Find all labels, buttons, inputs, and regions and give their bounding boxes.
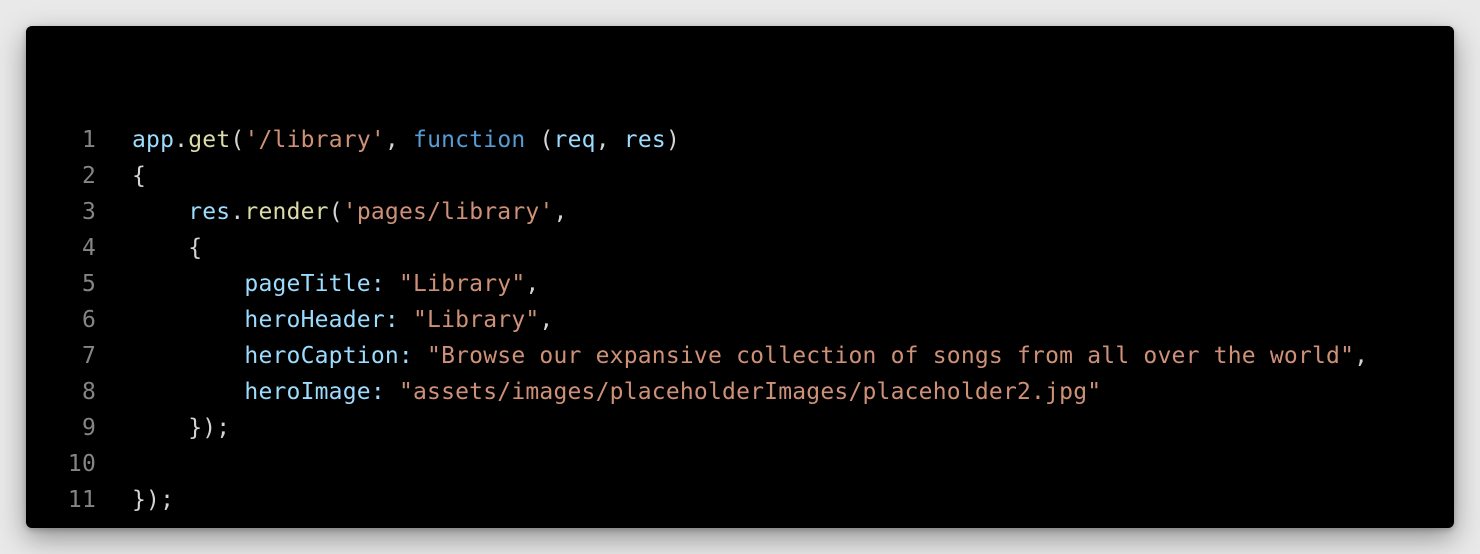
- code-text: });: [132, 482, 174, 518]
- code-line: 11});: [26, 482, 1454, 518]
- code-token: res: [188, 199, 231, 225]
- code-text: heroHeader: "Library",: [132, 302, 553, 338]
- code-token: "Library": [398, 271, 526, 297]
- code-token: "Browse our expansive collection of song…: [427, 343, 1355, 369]
- code-token: 'pages/library': [342, 199, 554, 225]
- line-number: 6: [81, 307, 96, 333]
- code-editor-window: 1 app.get('/library', function (req, res)…: [26, 26, 1454, 528]
- line-number: 7: [81, 343, 96, 369]
- code-token: ,: [595, 127, 624, 153]
- code-token: app: [132, 127, 175, 153]
- code-line: 6 heroHeader: "Library",: [26, 302, 1454, 338]
- code-line: 3 res.render('pages/library',: [26, 194, 1454, 230]
- code-token: {: [132, 163, 147, 189]
- code-text: app.get('/library', function (req, res): [132, 122, 680, 158]
- code-token: pageTitle: [244, 271, 371, 297]
- line-number: 9: [81, 415, 96, 441]
- code-token: (: [230, 127, 245, 153]
- code-token: "assets/images/placeholderImages/placeho…: [398, 379, 1102, 405]
- code-token: ,: [1354, 343, 1369, 369]
- code-token: .: [230, 199, 245, 225]
- code-line: 2{: [26, 158, 1454, 194]
- code-token: heroImage: [244, 379, 371, 405]
- line-number: 11: [67, 487, 96, 513]
- code-token: });: [132, 487, 175, 513]
- code-line: 7 heroCaption: "Browse our expansive col…: [26, 338, 1454, 374]
- line-number: 2: [81, 163, 96, 189]
- line-number: 1: [81, 127, 96, 153]
- code-token: :: [370, 271, 399, 297]
- code-token: {: [132, 235, 203, 261]
- code-block: 1 app.get('/library', function (req, res)…: [26, 122, 1454, 518]
- code-token: :: [398, 343, 428, 369]
- code-token: function: [413, 127, 526, 153]
- code-text: pageTitle: "Library",: [132, 266, 539, 302]
- code-text: res.render('pages/library',: [132, 194, 568, 230]
- code-token: '/library': [244, 127, 385, 153]
- code-token: :: [370, 379, 399, 405]
- code-token: heroHeader: [244, 307, 385, 333]
- code-token: ,: [539, 307, 554, 333]
- line-number: 3: [81, 199, 96, 225]
- code-line: 1 app.get('/library', function (req, res): [26, 122, 1454, 158]
- code-token: heroCaption: [244, 343, 399, 369]
- line-number: 10: [67, 451, 96, 477]
- code-text: heroImage: "assets/images/placeholderIma…: [132, 374, 1101, 410]
- code-token: req: [553, 127, 596, 153]
- code-token: (: [525, 127, 554, 153]
- code-text: {: [132, 230, 202, 266]
- code-line: 5 pageTitle: "Library",: [26, 266, 1454, 302]
- code-line: 10: [26, 446, 1454, 482]
- code-token: res: [623, 127, 666, 153]
- code-token: ,: [525, 271, 540, 297]
- code-text: });: [132, 410, 230, 446]
- code-token: .: [174, 127, 189, 153]
- line-number: 4: [81, 235, 96, 261]
- line-number: 5: [81, 271, 96, 297]
- line-number: 8: [81, 379, 96, 405]
- code-token: (: [328, 199, 343, 225]
- code-token: });: [132, 415, 231, 441]
- code-text: {: [132, 158, 146, 194]
- code-token: ,: [553, 199, 568, 225]
- code-token: ): [665, 127, 681, 153]
- code-line: 4 {: [26, 230, 1454, 266]
- code-token: "Library": [412, 307, 540, 333]
- code-text: heroCaption: "Browse our expansive colle…: [132, 338, 1368, 374]
- code-token: :: [384, 307, 413, 333]
- code-line: 8 heroImage: "assets/images/placeholderI…: [26, 374, 1454, 410]
- code-token: ,: [384, 127, 414, 153]
- code-token: get: [188, 127, 231, 153]
- code-token: render: [244, 199, 329, 225]
- code-line: 9 });: [26, 410, 1454, 446]
